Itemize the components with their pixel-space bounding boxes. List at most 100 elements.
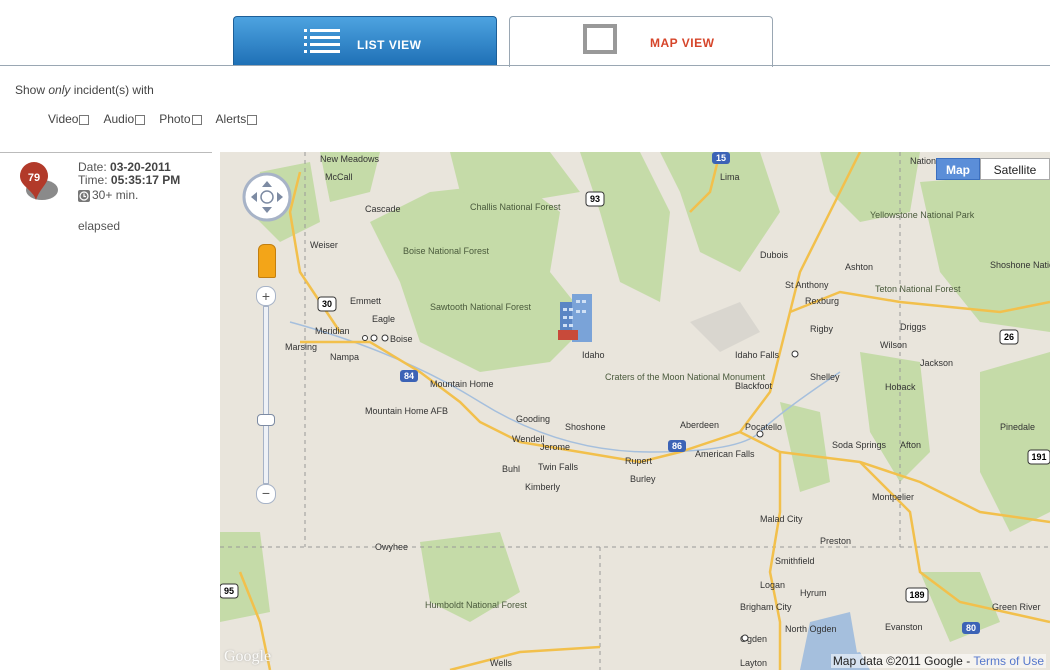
label-montpelier: Montpelier bbox=[872, 492, 914, 502]
map-type-satellite-button[interactable]: Satellite bbox=[980, 158, 1050, 180]
map-forests bbox=[220, 152, 1050, 642]
google-logo[interactable]: Google bbox=[224, 648, 271, 666]
label-emmett: Emmett bbox=[350, 296, 382, 306]
label-meridian: Meridian bbox=[315, 326, 350, 336]
label-wilson: Wilson bbox=[880, 340, 907, 350]
label-burley: Burley bbox=[630, 474, 656, 484]
zoom-slider-handle[interactable] bbox=[257, 414, 275, 426]
filter-options: Video Audio Photo Alerts bbox=[48, 112, 258, 126]
shield-189: 189 bbox=[905, 587, 929, 603]
filter-audio[interactable]: Audio bbox=[103, 112, 146, 126]
svg-text:189: 189 bbox=[909, 590, 924, 600]
label-teton-nf: Teton National Forest bbox=[875, 284, 961, 294]
tab-map-view[interactable]: MAP VIEW bbox=[509, 16, 773, 67]
label-smithfield: Smithfield bbox=[775, 556, 815, 566]
incident-marker[interactable]: 79 bbox=[18, 160, 62, 207]
incident-elapsed: 30+ min. bbox=[78, 189, 180, 202]
audio-checkbox[interactable] bbox=[135, 115, 146, 125]
svg-text:93: 93 bbox=[590, 194, 600, 204]
view-tabs: LIST VIEW MAP VIEW bbox=[0, 0, 1050, 67]
filter-video[interactable]: Video bbox=[48, 112, 90, 126]
label-dubois: Dubois bbox=[760, 250, 789, 260]
label-mccall: McCall bbox=[325, 172, 353, 182]
shield-191: 191 bbox=[1027, 449, 1050, 465]
clock-icon bbox=[78, 189, 90, 202]
label-buhl: Buhl bbox=[502, 464, 520, 474]
label-twin-falls: Twin Falls bbox=[538, 462, 579, 472]
label-layton: Layton bbox=[740, 658, 767, 668]
label-wendell: Wendell bbox=[512, 434, 544, 444]
pegman-icon[interactable] bbox=[258, 244, 276, 278]
label-kimberly: Kimberly bbox=[525, 482, 561, 492]
filter-title: Show only incident(s) with bbox=[15, 83, 154, 97]
label-idaho-falls: Idaho Falls bbox=[735, 350, 780, 360]
label-yellowstone: Yellowstone National Park bbox=[870, 210, 975, 220]
zoom-out-button[interactable]: − bbox=[256, 484, 276, 504]
label-afton: Afton bbox=[900, 440, 921, 450]
alerts-checkbox[interactable] bbox=[247, 115, 258, 125]
label-aberdeen: Aberdeen bbox=[680, 420, 719, 430]
label-american-falls: American Falls bbox=[695, 449, 755, 459]
map-tiles: 15 93 95 30 84 26 86 191 189 80 Idaho Bo… bbox=[220, 152, 1050, 670]
label-weiser: Weiser bbox=[310, 240, 338, 250]
svg-text:26: 26 bbox=[1004, 332, 1014, 342]
shield-26: 26 bbox=[999, 329, 1019, 345]
map-pin-icon: 79 bbox=[20, 162, 58, 200]
svg-text:80: 80 bbox=[966, 623, 976, 633]
label-st-anthony: St Anthony bbox=[785, 280, 829, 290]
label-idaho: Idaho bbox=[582, 350, 605, 360]
pan-control[interactable] bbox=[242, 172, 292, 222]
label-nampa: Nampa bbox=[330, 352, 359, 362]
svg-text:86: 86 bbox=[672, 441, 682, 451]
terms-link[interactable]: Terms of Use bbox=[973, 654, 1044, 668]
svg-text:191: 191 bbox=[1031, 452, 1046, 462]
list-icon bbox=[304, 29, 340, 53]
tab-list-label: LIST VIEW bbox=[357, 38, 422, 52]
label-sawtooth-nf: Sawtooth National Forest bbox=[430, 302, 532, 312]
svg-text:84: 84 bbox=[404, 371, 414, 381]
label-lima: Lima bbox=[720, 172, 740, 182]
incident-badge: 79 bbox=[28, 172, 40, 184]
label-rexburg: Rexburg bbox=[805, 296, 839, 306]
filter-alerts[interactable]: Alerts bbox=[216, 112, 258, 126]
photo-checkbox[interactable] bbox=[191, 115, 202, 125]
label-preston: Preston bbox=[820, 536, 851, 546]
label-rigby: Rigby bbox=[810, 324, 834, 334]
label-owyhee: Owyhee bbox=[375, 542, 408, 552]
label-shoshone: Shoshone bbox=[565, 422, 606, 432]
zoom-in-button[interactable]: + bbox=[256, 286, 276, 306]
shield-15: 15 bbox=[712, 152, 730, 164]
svg-text:15: 15 bbox=[716, 153, 726, 163]
map-type-map-button[interactable]: Map bbox=[936, 158, 980, 180]
filter-photo[interactable]: Photo bbox=[159, 112, 202, 126]
label-driggs: Driggs bbox=[900, 322, 927, 332]
tab-list-view[interactable]: LIST VIEW bbox=[233, 16, 497, 66]
label-nation: Nation bbox=[910, 156, 936, 166]
label-soda-springs: Soda Springs bbox=[832, 440, 887, 450]
map-canvas[interactable]: 15 93 95 30 84 26 86 191 189 80 Idaho Bo… bbox=[220, 152, 1050, 670]
urban-area bbox=[690, 302, 760, 352]
tab-map-label: MAP VIEW bbox=[650, 36, 715, 50]
label-jackson: Jackson bbox=[920, 358, 953, 368]
label-hyrum: Hyrum bbox=[800, 588, 827, 598]
label-new-meadows: New Meadows bbox=[320, 154, 380, 164]
label-ashton: Ashton bbox=[845, 262, 873, 272]
label-evanston: Evanston bbox=[885, 622, 923, 632]
svg-text:30: 30 bbox=[322, 299, 332, 309]
incident-elapsed-suffix: elapsed bbox=[78, 219, 121, 233]
label-wells: Wells bbox=[490, 658, 512, 668]
incident-details: Date: 03-20-2011 Time: 05:35:17 PM 30+ m… bbox=[78, 161, 180, 202]
zoom-track[interactable] bbox=[263, 306, 269, 484]
shield-80: 80 bbox=[962, 622, 980, 634]
label-challis-nf: Challis National Forest bbox=[470, 202, 561, 212]
video-checkbox[interactable] bbox=[79, 115, 90, 125]
shield-30: 30 bbox=[317, 296, 337, 312]
label-boise-nf: Boise National Forest bbox=[403, 246, 490, 256]
svg-text:95: 95 bbox=[224, 586, 234, 596]
label-mountain-home-afb: Mountain Home AFB bbox=[365, 406, 448, 416]
incident-divider bbox=[0, 152, 212, 153]
label-north-ogden: North Ogden bbox=[785, 624, 837, 634]
label-brigham: Brigham City bbox=[740, 602, 792, 612]
label-jerome: Jerome bbox=[540, 442, 570, 452]
shield-84: 84 bbox=[400, 370, 418, 382]
